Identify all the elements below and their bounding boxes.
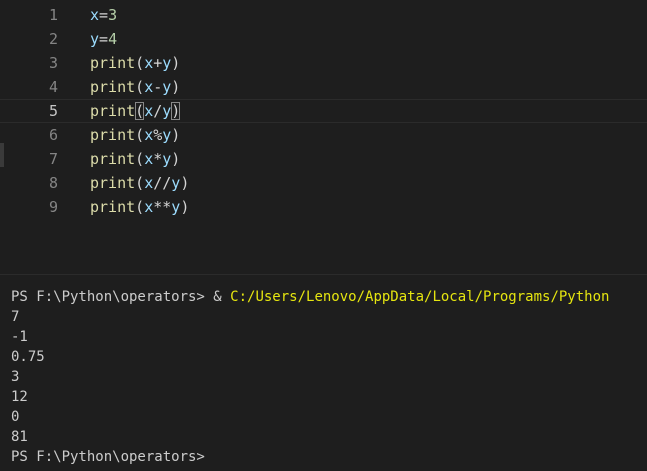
code-token: x [90, 6, 100, 24]
line-number: 9 [48, 198, 58, 216]
code-token: x [144, 78, 154, 96]
code-token: = [99, 30, 109, 48]
line-number: 6 [48, 126, 58, 144]
code-token: print [90, 150, 136, 168]
terminal-output-line: 7 [11, 309, 20, 325]
code-token: + [153, 54, 163, 72]
line-number: 7 [48, 150, 58, 168]
code-token: ** [153, 198, 172, 216]
code-token: y [162, 78, 172, 96]
code-text: print(x%y) [90, 123, 180, 147]
code-token: y [162, 126, 172, 144]
code-token: ) [171, 126, 181, 144]
code-token: ) [180, 198, 190, 216]
code-text: y=4 [90, 27, 117, 51]
code-line[interactable]: 3 print(x+y) [0, 51, 647, 75]
code-line[interactable]: 6 print(x%y) [0, 123, 647, 147]
code-text: print(x+y) [90, 51, 180, 75]
code-token: y [162, 102, 172, 120]
code-token: x [144, 126, 154, 144]
code-token: print [90, 54, 136, 72]
code-token: x [144, 150, 154, 168]
code-line[interactable]: 5 print(x/y) [0, 99, 647, 123]
code-token: print [90, 78, 136, 96]
terminal-output-line: 0 [11, 409, 20, 425]
code-token: print [90, 126, 136, 144]
code-token: ) [180, 174, 190, 192]
terminal-output-line: 81 [11, 429, 28, 445]
code-token: ) [171, 54, 181, 72]
code-token: % [153, 126, 163, 144]
code-line[interactable]: 7 print(x*y) [0, 147, 647, 171]
code-token: y [162, 54, 172, 72]
line-number: 5 [48, 102, 58, 120]
line-number: 8 [48, 174, 58, 192]
code-line[interactable]: 2 y=4 [0, 27, 647, 51]
terminal-output-line: 0.75 [11, 349, 45, 365]
code-token: ) [171, 150, 181, 168]
call-operator: & [213, 289, 231, 305]
code-token: ) [171, 78, 181, 96]
code-token: ( [135, 54, 145, 72]
terminal-prompt: PS F:\Python\operators> [11, 289, 214, 305]
terminal-panel[interactable]: PS F:\Python\operators> & C:/Users/Lenov… [0, 275, 647, 471]
code-token: x [144, 102, 154, 120]
code-text: x=3 [90, 3, 117, 27]
code-token: // [153, 174, 172, 192]
python-executable-path: C:/Users/Lenovo/AppData/Local/Programs/P… [230, 289, 610, 305]
code-line[interactable]: 9 print(x**y) [0, 195, 647, 219]
code-text: print(x//y) [90, 171, 189, 195]
code-token: * [153, 150, 163, 168]
code-token: print [90, 102, 136, 120]
code-token: print [90, 174, 136, 192]
code-token: ( [135, 78, 145, 96]
code-text: print(x-y) [90, 75, 180, 99]
code-line[interactable]: 8 print(x//y) [0, 171, 647, 195]
code-text: print(x**y) [90, 195, 189, 219]
code-token: - [153, 78, 163, 96]
code-token: print [90, 198, 136, 216]
code-token: ( [135, 198, 145, 216]
code-token: ( [135, 126, 145, 144]
code-token: y [162, 150, 172, 168]
code-token: ( [135, 102, 145, 120]
code-token: ( [135, 174, 145, 192]
code-token: ) [171, 102, 181, 120]
code-token: x [144, 198, 154, 216]
line-number: 2 [48, 30, 58, 48]
terminal-output-line: -1 [11, 329, 28, 345]
line-number: 4 [48, 78, 58, 96]
terminal-output-line: 3 [11, 369, 20, 385]
code-token: ( [135, 150, 145, 168]
code-line[interactable]: 4 print(x-y) [0, 75, 647, 99]
terminal-final-prompt[interactable]: PS F:\Python\operators> [11, 447, 205, 467]
code-token: x [144, 174, 154, 192]
code-token: y [171, 174, 181, 192]
code-line[interactable]: 1 x=3 [0, 3, 647, 27]
code-token: = [99, 6, 109, 24]
line-number: 3 [48, 54, 58, 72]
code-token: y [171, 198, 181, 216]
code-token: 4 [108, 30, 118, 48]
code-text: print(x/y) [90, 99, 181, 123]
line-number: 1 [48, 6, 58, 24]
code-token: 3 [108, 6, 118, 24]
code-token: x [144, 54, 154, 72]
terminal-output-line: 12 [11, 389, 28, 405]
code-editor[interactable]: 1 x=3 2 y=4 3 print(x+y) 4 print(x-y) 5 print(x/y… [0, 0, 647, 274]
code-text: print(x*y) [90, 147, 180, 171]
code-token: / [153, 102, 163, 120]
terminal-command-line: PS F:\Python\operators> & C:/Users/Lenov… [11, 287, 609, 307]
code-token: y [90, 30, 100, 48]
